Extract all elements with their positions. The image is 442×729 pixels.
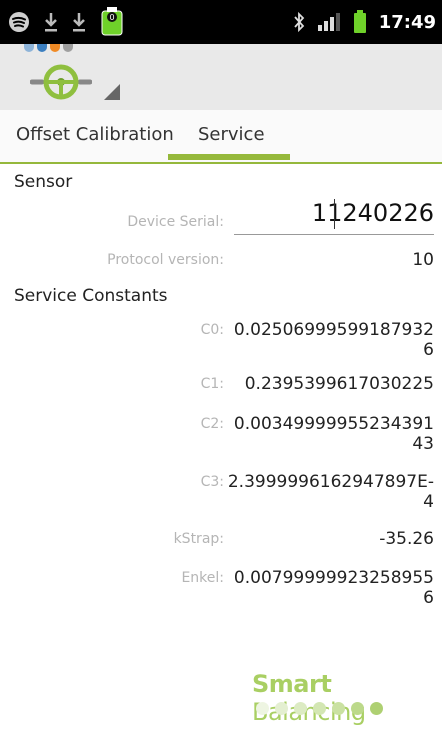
brand-dots <box>24 44 73 52</box>
logo-dot <box>256 702 269 715</box>
enkel-value-line2: 6 <box>423 588 434 608</box>
logo-dot <box>351 702 364 715</box>
c0-value: 0.02506999599187932 6 <box>234 320 434 360</box>
signal-icon <box>317 13 340 31</box>
device-serial-value: 11240226 <box>311 199 434 227</box>
c3-label: C3: <box>200 474 224 490</box>
dot <box>50 44 60 52</box>
system-icons: 17:49 <box>293 8 436 36</box>
kstrap-value: -35.26 <box>379 529 434 549</box>
bluetooth-icon <box>294 11 304 33</box>
tab-offset-calibration[interactable]: Offset Calibration <box>16 124 174 145</box>
protocol-version-label: Protocol version: <box>107 252 224 268</box>
status-bar: 0 17:49 <box>0 0 442 44</box>
c3-value-line1: 2.3999996162947897E- <box>227 472 434 492</box>
smart-balancing-logo: Smart Balancing <box>252 670 442 726</box>
enkel-value-line1: 0.00799999923258955 <box>233 568 434 588</box>
notification-icons: 0 <box>8 7 124 36</box>
enkel-label: Enkel: <box>181 570 224 586</box>
logo-bold-text: Smart <box>252 670 332 698</box>
logo-dots <box>256 702 383 715</box>
dot <box>24 44 34 52</box>
tab-service[interactable]: Service <box>198 124 265 145</box>
svg-text:0: 0 <box>109 13 114 22</box>
dot <box>63 44 73 52</box>
service-constants-heading: Service Constants <box>14 286 168 306</box>
c2-value-line2: 43 <box>412 434 434 454</box>
clock: 17:49 <box>378 11 436 33</box>
c0-value-line1: 0.02506999599187932 <box>233 320 434 340</box>
battery-icon <box>353 10 366 33</box>
logo-dot <box>370 702 383 715</box>
c1-value: 0.2395399617030225 <box>244 374 434 394</box>
logo-dot <box>275 702 288 715</box>
steering-wheel-icon[interactable] <box>30 64 92 100</box>
logo-dot <box>294 702 307 715</box>
tab-indicator <box>168 154 290 160</box>
c3-value-line2: 4 <box>423 492 434 512</box>
logo-dot <box>332 702 345 715</box>
overflow-triangle-icon <box>104 84 120 100</box>
download-icon <box>73 13 85 32</box>
c0-value-line2: 6 <box>423 340 434 360</box>
kstrap-label: kStrap: <box>173 531 224 547</box>
c0-label: C0: <box>200 322 224 338</box>
c2-label: C2: <box>200 416 224 432</box>
c2-value: 0.00349999955234391 43 <box>234 414 434 454</box>
enkel-value: 0.00799999923258955 6 <box>234 568 434 608</box>
c1-label: C1: <box>200 376 224 392</box>
dot <box>37 44 47 52</box>
text-cursor <box>334 199 335 229</box>
download-icon <box>45 13 57 32</box>
spotify-icon <box>9 12 29 32</box>
device-serial-label: Device Serial: <box>127 214 224 230</box>
protocol-version-value: 10 <box>412 250 434 270</box>
c3-value: 2.3999996162947897E- 4 <box>228 472 434 512</box>
sensor-heading: Sensor <box>14 172 73 192</box>
logo-dot <box>313 702 326 715</box>
battery-alert-icon: 0 <box>101 7 123 36</box>
c2-value-line1: 0.00349999955234391 <box>233 414 434 434</box>
